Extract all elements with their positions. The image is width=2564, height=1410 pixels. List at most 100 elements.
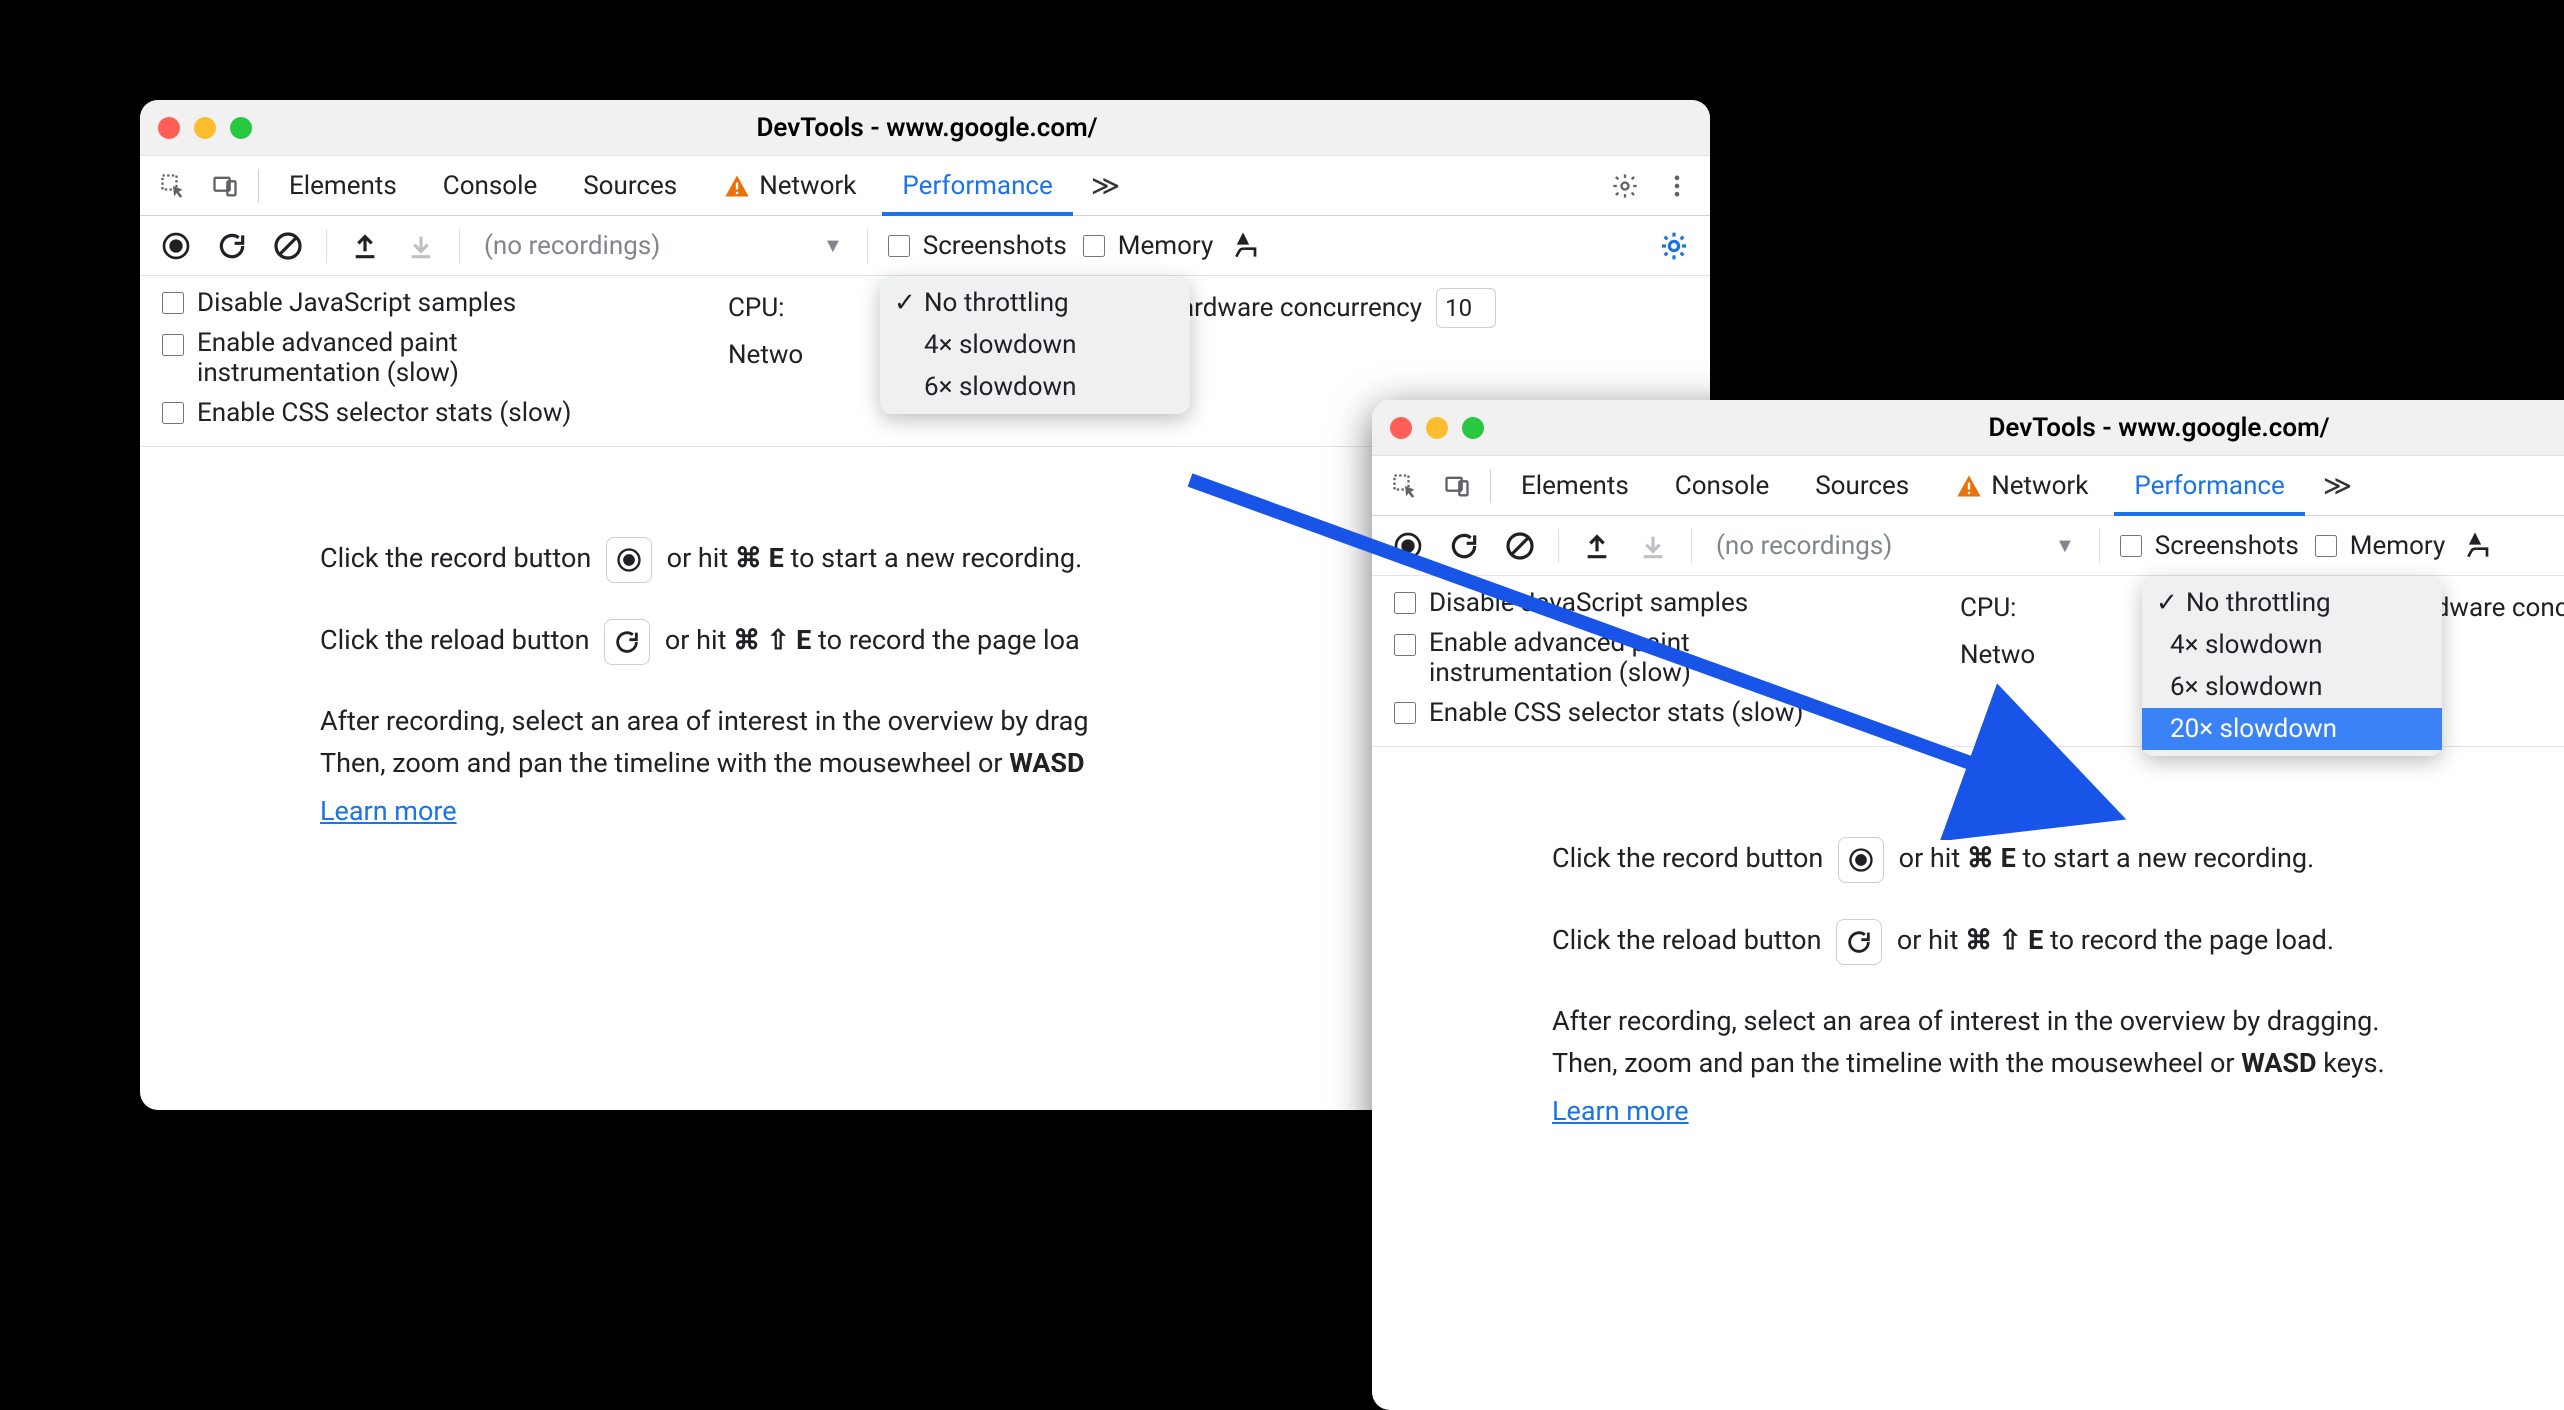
memory-label: Memory	[1118, 231, 1213, 261]
record-icon-inline	[1838, 837, 1884, 883]
devtools-tabstrip: Elements Console Sources Network Perform…	[1372, 456, 2564, 516]
hardware-concurrency-value[interactable]: 10	[1436, 288, 1496, 328]
settings-icon[interactable]	[1602, 163, 1648, 209]
recordings-label: (no recordings)	[1716, 531, 1892, 561]
memory-checkbox[interactable]: Memory	[1079, 231, 1213, 261]
cpu-option-no-throttling[interactable]: No throttling	[2142, 582, 2442, 624]
upload-button[interactable]	[1575, 524, 1619, 568]
cpu-throttling-dropdown[interactable]: No throttling 4× slowdown 6× slowdown 20…	[2142, 576, 2442, 756]
screenshots-checkbox[interactable]: Screenshots	[884, 231, 1067, 261]
enable-css-selector-stats-label: Enable CSS selector stats (slow)	[1429, 698, 1803, 728]
cpu-option-4x[interactable]: 4× slowdown	[880, 324, 1190, 366]
cpu-option-6x[interactable]: 6× slowdown	[2142, 666, 2442, 708]
reload-button[interactable]	[210, 224, 254, 268]
memory-checkbox[interactable]: Memory	[2311, 531, 2445, 561]
record-button[interactable]	[1386, 524, 1430, 568]
clear-button[interactable]	[1498, 524, 1542, 568]
disable-js-samples-label: Disable JavaScript samples	[1429, 588, 1748, 618]
recordings-label: (no recordings)	[484, 231, 660, 261]
learn-more-link[interactable]: Learn more	[320, 795, 457, 827]
disable-js-samples-input[interactable]	[1394, 592, 1416, 614]
cpu-option-no-throttling[interactable]: No throttling	[880, 282, 1190, 324]
recordings-dropdown[interactable]: (no recordings) ▼	[476, 231, 851, 261]
enable-css-selector-stats-input[interactable]	[1394, 702, 1416, 724]
device-toolbar-icon[interactable]	[202, 163, 248, 209]
tab-performance[interactable]: Performance	[882, 156, 1072, 216]
cpu-option-4x[interactable]: 4× slowdown	[2142, 624, 2442, 666]
screenshots-checkbox[interactable]: Screenshots	[2116, 531, 2299, 561]
warning-icon	[1955, 472, 1983, 500]
capture-settings-icon[interactable]	[1652, 224, 1696, 268]
tab-sources[interactable]: Sources	[1795, 456, 1929, 516]
download-button[interactable]	[399, 224, 443, 268]
collect-garbage-button[interactable]	[1225, 224, 1269, 268]
inspect-element-icon[interactable]	[150, 163, 196, 209]
inspect-element-icon[interactable]	[1382, 463, 1428, 509]
capture-settings-panel: Disable JavaScript samples Enable advanc…	[1372, 576, 2564, 747]
enable-paint-instr-checkbox[interactable]: Enable advanced paint instrumentation (s…	[158, 328, 718, 388]
enable-paint-instr-label: Enable advanced paint instrumentation (s…	[197, 328, 617, 388]
clear-button[interactable]	[266, 224, 310, 268]
screenshots-checkbox-input[interactable]	[888, 235, 910, 257]
enable-css-selector-stats-checkbox[interactable]: Enable CSS selector stats (slow)	[158, 398, 718, 428]
tab-network[interactable]: Network	[1935, 456, 2108, 516]
recordings-dropdown[interactable]: (no recordings) ▼	[1708, 531, 2083, 561]
memory-label: Memory	[2350, 531, 2445, 561]
collect-garbage-button[interactable]	[2457, 524, 2501, 568]
disable-js-samples-checkbox[interactable]: Disable JavaScript samples	[158, 288, 718, 318]
titlebar: DevTools - www.google.com/	[140, 100, 1710, 156]
upload-button[interactable]	[343, 224, 387, 268]
device-toolbar-icon[interactable]	[1434, 463, 1480, 509]
enable-css-selector-stats-input[interactable]	[162, 402, 184, 424]
window-title: DevTools - www.google.com/	[1394, 413, 2564, 443]
reload-icon-inline	[604, 619, 650, 665]
screenshots-label: Screenshots	[923, 231, 1067, 261]
network-label: Netwo	[728, 340, 803, 370]
tab-performance[interactable]: Performance	[2114, 456, 2304, 516]
dropdown-caret-icon: ▼	[2055, 533, 2075, 558]
cpu-label: CPU:	[1960, 593, 2016, 623]
learn-more-link[interactable]: Learn more	[1552, 1095, 1689, 1127]
cpu-throttling-dropdown[interactable]: No throttling 4× slowdown 6× slowdown	[880, 276, 1190, 414]
cpu-option-20x[interactable]: 20× slowdown	[2142, 708, 2442, 750]
enable-paint-instr-checkbox[interactable]: Enable advanced paint instrumentation (s…	[1390, 628, 1950, 688]
titlebar: DevTools - www.google.com/	[1372, 400, 2564, 456]
enable-paint-instr-label: Enable advanced paint instrumentation (s…	[1429, 628, 1849, 688]
enable-css-selector-stats-label: Enable CSS selector stats (slow)	[197, 398, 571, 428]
enable-css-selector-stats-checkbox[interactable]: Enable CSS selector stats (slow)	[1390, 698, 1950, 728]
reload-button[interactable]	[1442, 524, 1486, 568]
tab-elements[interactable]: Elements	[1501, 456, 1649, 516]
disable-js-samples-checkbox[interactable]: Disable JavaScript samples	[1390, 588, 1950, 618]
cpu-option-6x[interactable]: 6× slowdown	[880, 366, 1190, 408]
kebab-menu-icon[interactable]	[1654, 163, 1700, 209]
record-button[interactable]	[154, 224, 198, 268]
screenshots-label: Screenshots	[2155, 531, 2299, 561]
memory-checkbox-input[interactable]	[2315, 535, 2337, 557]
download-button[interactable]	[1631, 524, 1675, 568]
tab-network-label: Network	[759, 156, 856, 216]
disable-js-samples-label: Disable JavaScript samples	[197, 288, 516, 318]
memory-checkbox-input[interactable]	[1083, 235, 1105, 257]
tab-sources[interactable]: Sources	[563, 156, 697, 216]
screenshots-checkbox-input[interactable]	[2120, 535, 2142, 557]
tab-console[interactable]: Console	[1655, 456, 1789, 516]
record-icon-inline	[606, 537, 652, 583]
separator	[1490, 469, 1491, 503]
separator	[258, 169, 259, 203]
more-tabs-button[interactable]: ≫	[1079, 156, 1132, 216]
tab-console[interactable]: Console	[423, 156, 557, 216]
separator	[459, 229, 460, 263]
tab-elements[interactable]: Elements	[269, 156, 417, 216]
disable-js-samples-input[interactable]	[162, 292, 184, 314]
reload-icon-inline	[1836, 919, 1882, 965]
enable-paint-instr-input[interactable]	[1394, 634, 1416, 656]
separator	[1558, 529, 1559, 563]
window-title: DevTools - www.google.com/	[162, 113, 1692, 143]
devtools-window-2: DevTools - www.google.com/ Elements Cons…	[1372, 400, 2564, 1410]
more-tabs-button[interactable]: ≫	[2311, 456, 2364, 516]
enable-paint-instr-input[interactable]	[162, 334, 184, 356]
hardware-concurrency-label: Hardware concurrency	[1161, 293, 1422, 323]
reload-hint: Click the reload button or hit ⌘ ⇧ E to …	[1552, 919, 2564, 965]
tab-network[interactable]: Network	[703, 156, 876, 216]
tab-network-label: Network	[1991, 456, 2088, 516]
